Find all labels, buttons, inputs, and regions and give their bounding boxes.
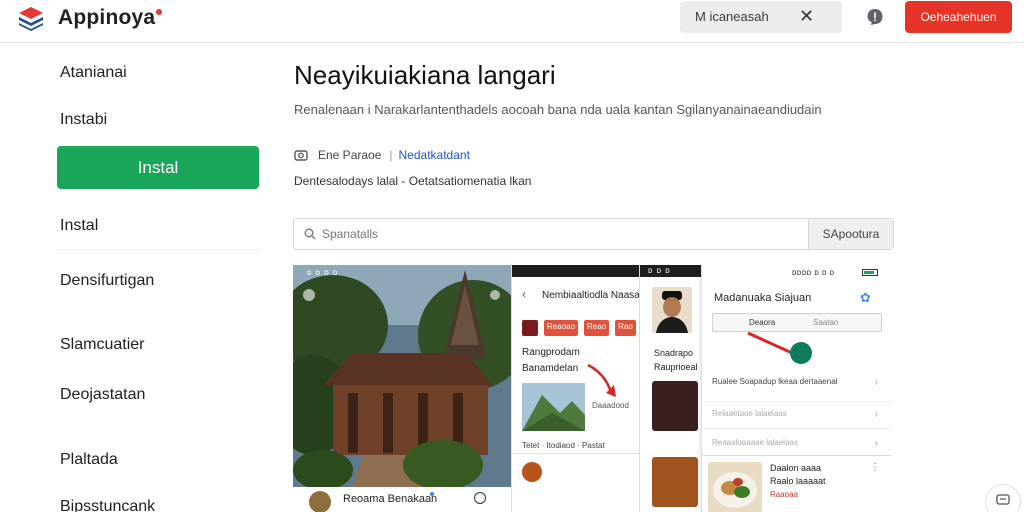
meta-label: Ene Paraoe <box>318 148 382 162</box>
tag-row: Reaoao Reao Rao <box>522 320 636 336</box>
sidebar-divider <box>57 249 259 250</box>
verified-dot-icon <box>430 492 434 496</box>
temple-photo <box>293 265 511 487</box>
list-line: Rauprioeal <box>654 362 698 372</box>
close-icon[interactable]: ✕ <box>799 5 814 27</box>
profile-photo <box>652 287 692 333</box>
avatar <box>522 462 542 482</box>
top-header: Appinoya M icaneasah ✕ Oeheahehuen <box>0 0 1024 43</box>
status-bar-text: ᴅᴅᴅᴅ ᴅ ᴅ ᴅ <box>792 268 835 277</box>
meta-row: Ene Paraoe | Nedatkatdant <box>294 146 470 164</box>
camera-icon <box>294 150 308 161</box>
sidebar-item-8[interactable]: Bipsstuncank <box>60 498 155 512</box>
tag: Reaoao <box>544 320 579 336</box>
list-footer: Tetet · Itodiaod · Pastat <box>522 441 605 450</box>
more-vertical-icon: ⋮ <box>870 462 880 473</box>
search-button[interactable]: SApootura <box>808 219 893 249</box>
chevron-right-icon: › <box>874 409 878 420</box>
header-action-button[interactable]: Oeheahehuen <box>905 1 1012 33</box>
meta-separator: | <box>389 148 393 162</box>
chevron-right-icon: › <box>874 438 878 449</box>
battery-icon <box>862 269 878 276</box>
list-item <box>512 453 639 512</box>
status-bar-text: ᴅ ᴅ ᴅ <box>648 266 671 275</box>
card-subtitle: Raalo laaaaat <box>770 476 826 486</box>
status-bar <box>512 265 639 277</box>
list-line: Banamdelan <box>522 363 579 374</box>
brand-dot-icon <box>156 9 162 15</box>
sub-info: Dentesalodays lalal - Oetatsatiomenatia … <box>294 174 532 188</box>
status-bar-text: ᴅ ᴅ ᴅ ᴅ <box>307 268 339 277</box>
screenshot-3[interactable]: ᴅ ᴅ ᴅ Snadrapo Rauprioeal <box>639 265 701 512</box>
card-title: Daalon aaaa <box>770 463 822 473</box>
floating-chat-button[interactable] <box>985 484 1021 512</box>
meta-link[interactable]: Nedatkatdant <box>399 148 470 162</box>
segmented-tabs: Deaora Saatan <box>712 313 882 332</box>
settings-row-text: Rualee Soapadup lkeaa dertaaenal <box>712 377 838 386</box>
screenshot-caption: Reoama Benakaan <box>293 487 511 512</box>
tag: Rao <box>615 320 636 336</box>
chevron-right-icon: › <box>874 377 878 388</box>
sidebar-item-1[interactable]: Instabi <box>60 111 107 129</box>
landscape-thumbnail <box>522 383 585 431</box>
fab-icon <box>790 342 812 364</box>
divider <box>702 401 891 402</box>
active-search-chip[interactable]: M icaneasah ✕ <box>680 1 842 33</box>
divider <box>702 428 891 429</box>
search-input[interactable]: Spanatalls <box>322 227 378 241</box>
food-photo <box>708 462 762 512</box>
page-description: Renalenaan i Narakarlantenthadels aocoah… <box>294 102 822 117</box>
sidebar-item-7[interactable]: Plaltada <box>60 451 118 469</box>
chat-icon <box>996 494 1010 505</box>
sidebar: Atanianai Instabi Instal Instal Densifur… <box>0 44 275 512</box>
screenshot-1[interactable]: ᴅ ᴅ ᴅ ᴅ Reoama Benakaan <box>293 265 511 512</box>
sidebar-item-0[interactable]: Atanianai <box>60 64 127 82</box>
search-box[interactable]: Spanatalls SApootura <box>293 218 894 250</box>
search-icon <box>304 228 316 240</box>
gear-icon: ✿ <box>860 290 871 305</box>
card-meta: Raaoaa <box>770 490 799 499</box>
app-logo-icon <box>522 320 538 336</box>
install-button[interactable]: Instal <box>57 146 259 189</box>
tag: Reao <box>584 320 610 336</box>
settings-row: Relaaetaoe lalaelaas › <box>712 409 882 420</box>
thumbnail <box>652 457 698 507</box>
alert-icon[interactable] <box>866 8 884 26</box>
sidebar-item-6[interactable]: Deojastatan <box>60 386 145 404</box>
info-icon <box>474 492 486 504</box>
panel-title: Madanuaka Siajuan <box>714 292 812 304</box>
avatar <box>309 491 331 512</box>
tab-1: Deaora <box>749 318 776 327</box>
sidebar-item-4[interactable]: Densifurtigan <box>60 272 154 290</box>
thumbnail-label: Daaadood <box>592 401 629 410</box>
back-arrow-icon: ‹ <box>522 287 526 301</box>
brand-name[interactable]: Appinoya <box>58 6 155 30</box>
settings-row: Rualee Soapadup lkeaa dertaaenal › <box>712 377 882 388</box>
caption-text: Reoama Benakaan <box>343 493 438 505</box>
settings-row-text: Relaaetaoe lalaelaas <box>712 409 787 418</box>
settings-row: Reaaaloaaaae lalaelaas › <box>712 438 882 449</box>
food-card: Daalon aaaa Raalo laaaaat Raaoaa ⋮ <box>702 455 891 512</box>
app-screenshots-strip: ᴅ ᴅ ᴅ ᴅ Reoama Benakaan ‹ Nembiaaltiodla… <box>293 265 891 512</box>
red-arrow-icon <box>587 363 616 397</box>
logo-icon[interactable] <box>18 6 44 32</box>
sidebar-item-3[interactable]: Instal <box>60 217 98 235</box>
screenshot-4[interactable]: ᴅᴅᴅᴅ ᴅ ᴅ ᴅ Madanuaka Siajuan ✿ Deaora Sa… <box>701 265 891 512</box>
page-title: Neayikuiakiana langari <box>294 60 556 90</box>
thumbnail <box>652 381 698 431</box>
search-chip-text: M icaneasah <box>695 9 769 24</box>
list-line: Snadrapo <box>654 348 694 358</box>
sidebar-item-5[interactable]: Slamcuatier <box>60 336 144 354</box>
screenshot-2[interactable]: ‹ Nembiaaltiodla Naasaldio Reaoao Reao R… <box>511 265 655 512</box>
tab-2: Saatan <box>813 318 839 327</box>
list-line: Rangprodam <box>522 347 580 358</box>
settings-row-text: Reaaaloaaaae lalaelaas <box>712 438 798 447</box>
